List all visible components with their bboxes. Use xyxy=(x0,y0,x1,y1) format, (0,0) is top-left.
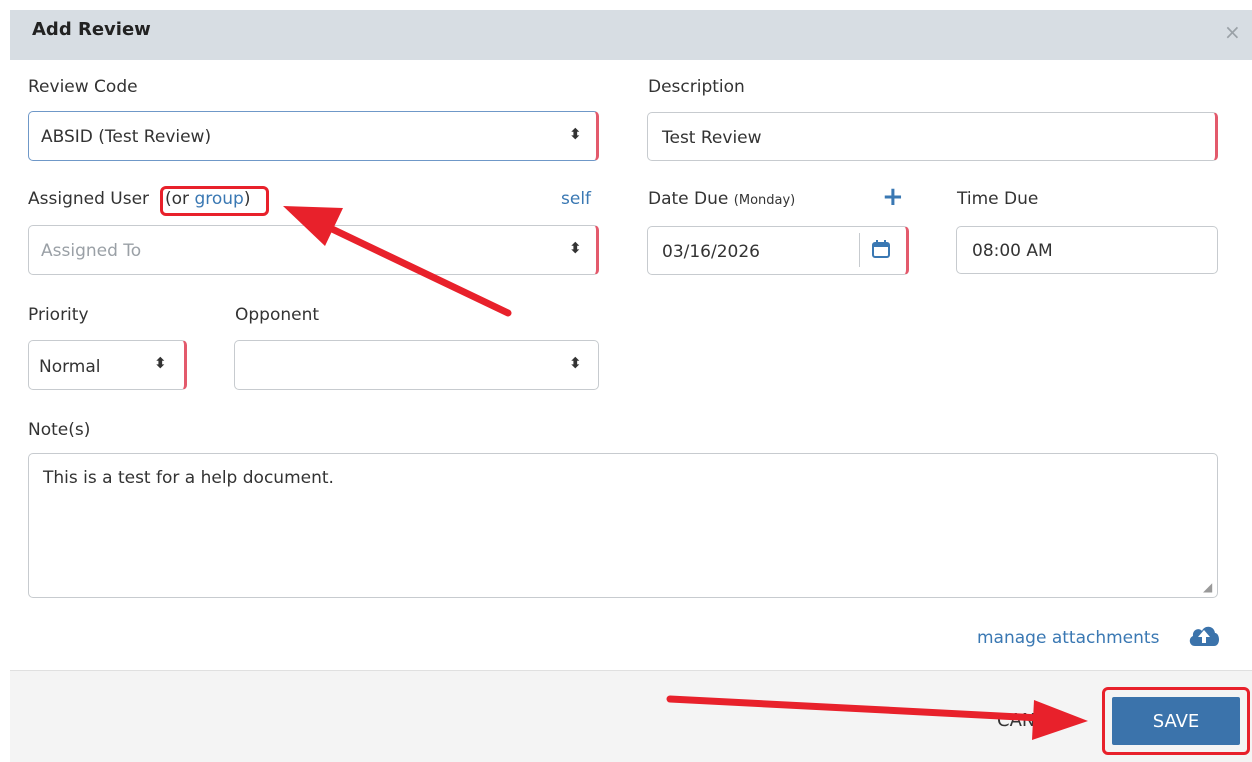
annotation-arrows xyxy=(283,206,1088,740)
arrow-to-save xyxy=(666,695,1088,740)
arrow-to-group xyxy=(283,206,512,317)
